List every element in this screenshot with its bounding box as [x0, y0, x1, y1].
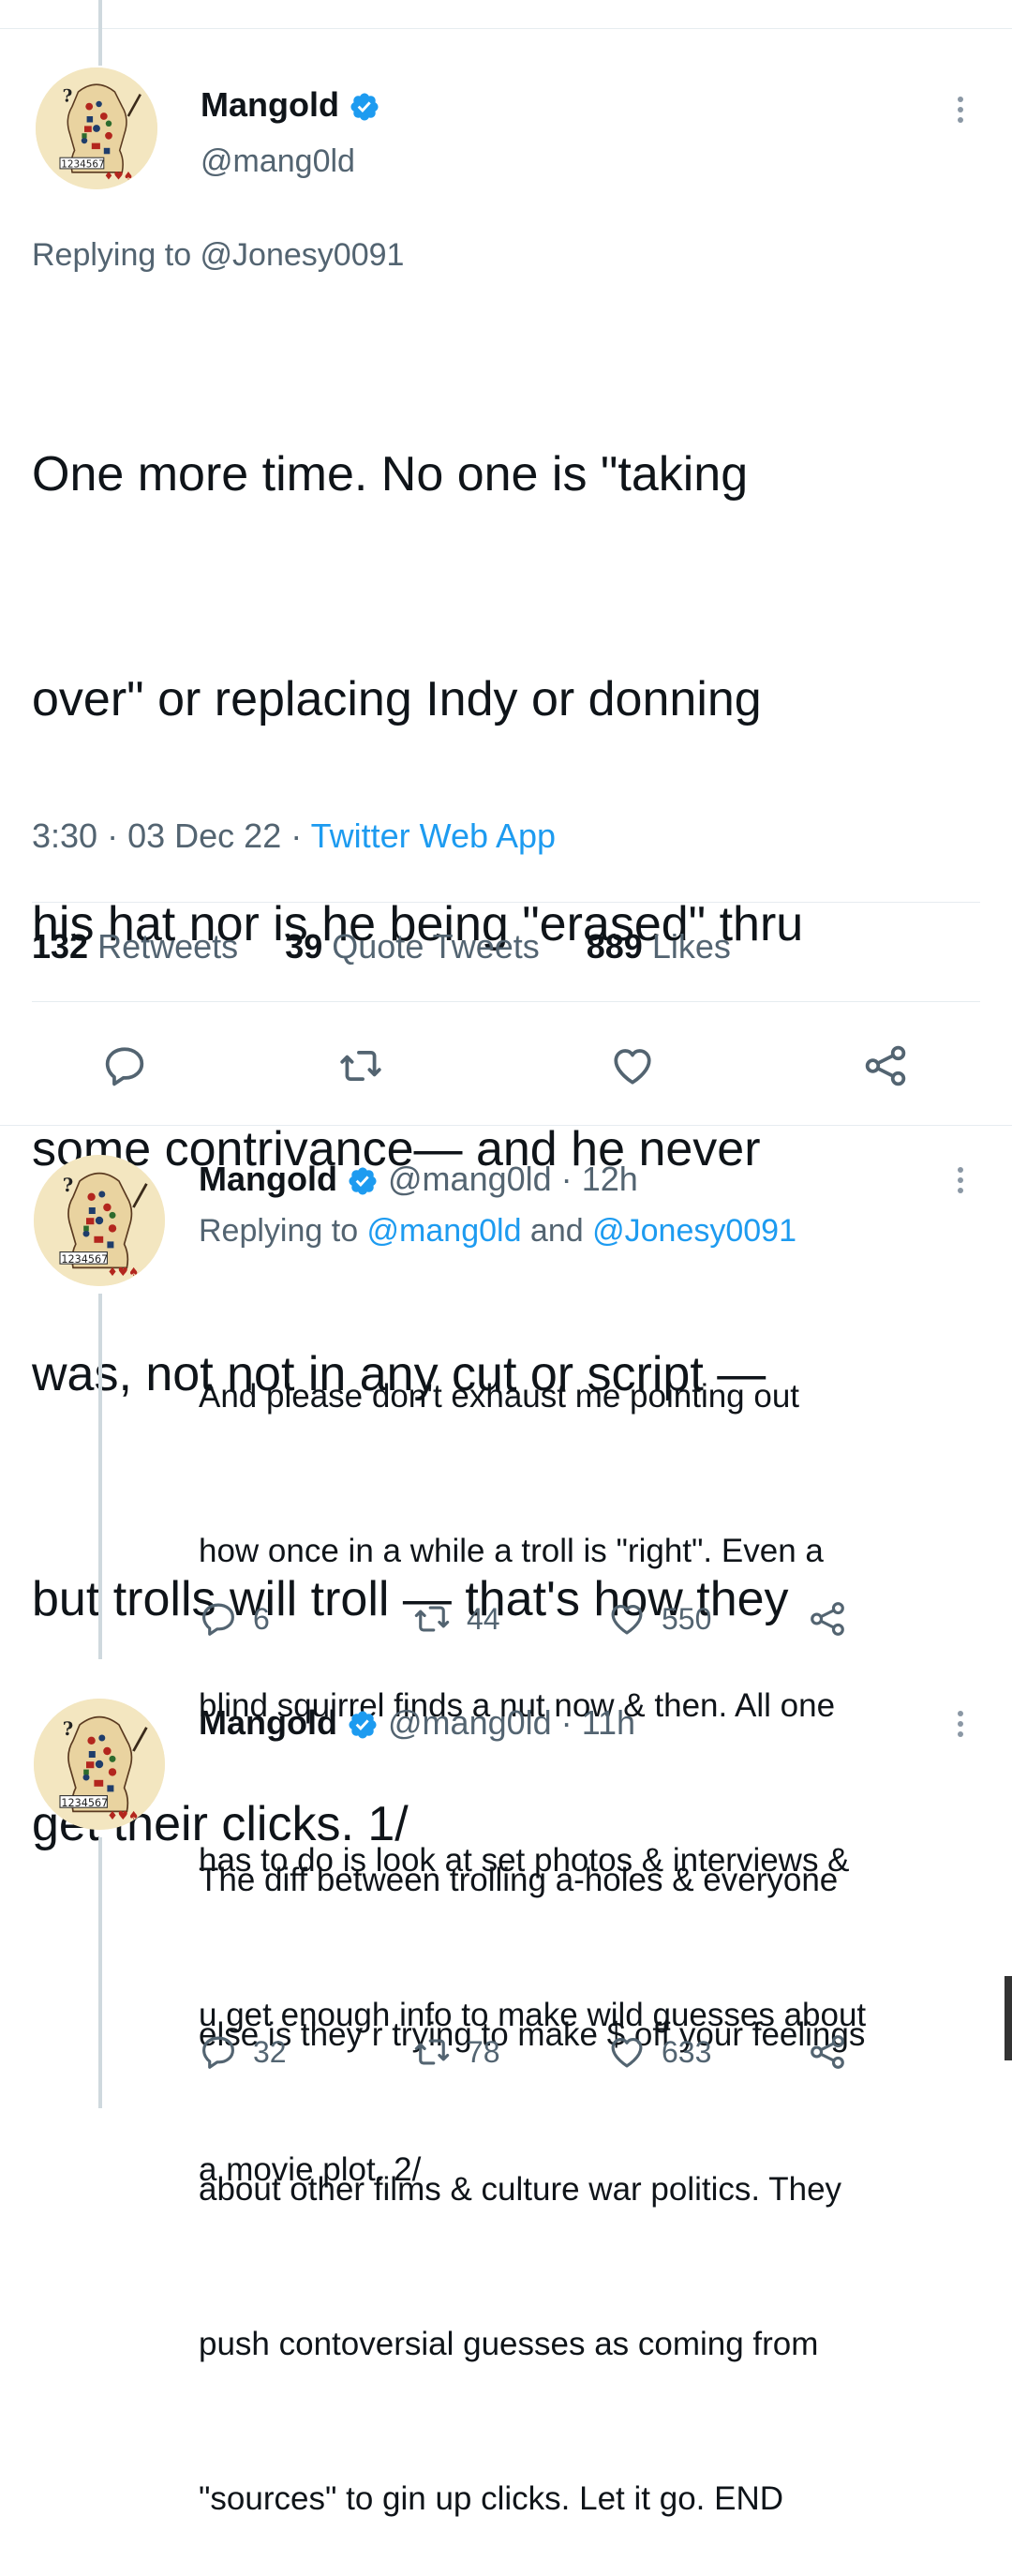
- reply-icon: [199, 1599, 238, 1639]
- separator-dot: ·: [560, 1703, 573, 1742]
- tweet-date[interactable]: 03 Dec 22: [127, 816, 281, 855]
- author-name[interactable]: Mangold: [201, 85, 339, 124]
- tweet-text-line: else is they r trying to make $ off your…: [199, 2016, 866, 2053]
- reply-thread-line: [98, 1837, 102, 2108]
- tweet-text-line: how once in a while a troll is "right". …: [199, 1533, 824, 1569]
- scrollbar-thumb[interactable]: [1005, 1976, 1012, 2060]
- tweet-text-line: One more time. No one is "taking: [32, 447, 749, 502]
- heart-icon: [607, 1599, 647, 1639]
- like-button[interactable]: [609, 1042, 656, 1089]
- verified-badge-icon: [349, 91, 380, 123]
- replying-to-handle[interactable]: @mang0ld: [367, 1213, 522, 1249]
- reply-2-share-button[interactable]: [808, 2032, 847, 2072]
- retweet-count: 44: [467, 1601, 500, 1636]
- reply-thread-line: [98, 1294, 102, 1659]
- stats-top-divider: [32, 902, 980, 903]
- tweet-text-line: about other films & culture war politics…: [199, 2171, 842, 2208]
- likes-stat[interactable]: 889 Likes: [587, 927, 731, 966]
- retweet-icon: [412, 2032, 452, 2072]
- reply-2-retweet-button[interactable]: 78: [412, 2032, 500, 2072]
- avatar-image: [36, 67, 157, 189]
- separator-dot: ·: [107, 816, 119, 855]
- avatar-image: [34, 1699, 165, 1830]
- tweet-text-line: And please don't exhaust me pointing out: [199, 1378, 800, 1415]
- share-icon: [808, 1599, 847, 1639]
- replying-to-prefix: Replying to: [32, 237, 201, 273]
- replying-to-handle[interactable]: @Jonesy0091: [592, 1213, 796, 1249]
- quotes-label: Quote Tweets: [332, 927, 540, 966]
- reply-2-author-name[interactable]: Mangold: [199, 1703, 337, 1742]
- tweet-source[interactable]: Twitter Web App: [311, 816, 556, 855]
- replying-to-prefix: Replying to: [199, 1213, 367, 1249]
- likes-count: 889: [586, 927, 643, 966]
- quote-tweets-stat[interactable]: 39 Quote Tweets: [285, 927, 540, 966]
- reply-2-age[interactable]: 11h: [582, 1703, 635, 1742]
- author-avatar[interactable]: [36, 67, 157, 189]
- retweet-icon: [412, 1599, 452, 1639]
- share-button[interactable]: [862, 1042, 909, 1089]
- reply-2-reply-button[interactable]: 32: [199, 2032, 287, 2072]
- retweet-count: 78: [467, 2034, 500, 2069]
- top-divider: [0, 28, 1012, 29]
- heart-icon: [607, 2032, 647, 2072]
- stats-bottom-divider: [32, 1001, 980, 1002]
- tweet-time[interactable]: 3:30: [32, 816, 97, 855]
- reply-count: 32: [253, 2034, 287, 2069]
- more-options-icon[interactable]: [958, 1162, 963, 1198]
- reply-1-header: Mangold @mang0ld · 12h: [199, 1159, 638, 1200]
- tweet-stats-row: 132 Retweets 39 Quote Tweets 889 Likes: [32, 926, 731, 967]
- heart-icon: [609, 1042, 656, 1089]
- author-handle[interactable]: @mang0ld: [201, 142, 355, 180]
- verified-badge-icon: [347, 1165, 379, 1197]
- share-icon: [862, 1042, 909, 1089]
- likes-label: Likes: [651, 927, 731, 966]
- reply-1-author-name[interactable]: Mangold: [199, 1160, 337, 1198]
- retweets-label: Retweets: [97, 927, 239, 966]
- tweet-timestamp-row: 3:30 · 03 Dec 22 · Twitter Web App: [32, 816, 556, 857]
- author-name-row[interactable]: Mangold: [201, 84, 380, 126]
- tweet-text-line: over" or replacing Indy or donning: [32, 672, 762, 726]
- reply-1-reply-button[interactable]: 6: [199, 1599, 270, 1639]
- reply-1-author-handle[interactable]: @mang0ld: [388, 1160, 552, 1198]
- reply-2-like-button[interactable]: 633: [607, 2032, 711, 2072]
- main-tweet-bottom-divider: [0, 1125, 1012, 1126]
- retweets-count: 132: [32, 927, 89, 966]
- share-icon: [808, 2032, 847, 2072]
- verified-badge-icon: [347, 1709, 379, 1741]
- retweet-icon: [337, 1042, 384, 1089]
- reply-icon: [199, 2032, 238, 2072]
- avatar-image: [34, 1155, 165, 1286]
- reply-button[interactable]: [101, 1042, 148, 1089]
- replying-to-line: Replying to @Jonesy0091: [32, 236, 404, 274]
- reply-1-replying-to: Replying to @mang0ld and @Jonesy0091: [199, 1211, 796, 1251]
- reply-2-author-handle[interactable]: @mang0ld: [388, 1703, 552, 1742]
- reply-2-avatar[interactable]: [34, 1699, 165, 1830]
- reply-icon: [101, 1042, 148, 1089]
- more-options-icon[interactable]: [958, 92, 963, 127]
- like-count: 633: [662, 2034, 712, 2069]
- tweet-text-line: push contoversial guesses as coming from: [199, 2326, 819, 2362]
- more-options-icon[interactable]: [958, 1706, 963, 1742]
- replying-to-handle[interactable]: @Jonesy0091: [201, 237, 405, 273]
- reply-count: 6: [253, 1601, 270, 1636]
- retweets-stat[interactable]: 132 Retweets: [32, 927, 238, 966]
- tweet-text-line: "sources" to gin up clicks. Let it go. E…: [199, 2480, 784, 2517]
- reply-1-share-button[interactable]: [808, 1599, 847, 1639]
- reply-1-age[interactable]: 12h: [582, 1160, 638, 1198]
- separator-dot: ·: [290, 816, 303, 855]
- thread-connector-line: [98, 0, 102, 66]
- reply-1-avatar[interactable]: [34, 1155, 165, 1286]
- reply-2-text: The diff between trolling a-holes & ever…: [199, 1751, 865, 2576]
- reply-2-header: Mangold @mang0ld · 11h: [199, 1702, 635, 1744]
- reply-1-retweet-button[interactable]: 44: [412, 1599, 500, 1639]
- retweet-button[interactable]: [337, 1042, 384, 1089]
- reply-1-like-button[interactable]: 550: [607, 1599, 711, 1639]
- quotes-count: 39: [285, 927, 323, 966]
- separator-dot: ·: [560, 1160, 573, 1198]
- tweet-text-line: The diff between trolling a-holes & ever…: [199, 1862, 839, 1898]
- like-count: 550: [662, 1601, 712, 1636]
- replying-to-and: and: [521, 1213, 593, 1249]
